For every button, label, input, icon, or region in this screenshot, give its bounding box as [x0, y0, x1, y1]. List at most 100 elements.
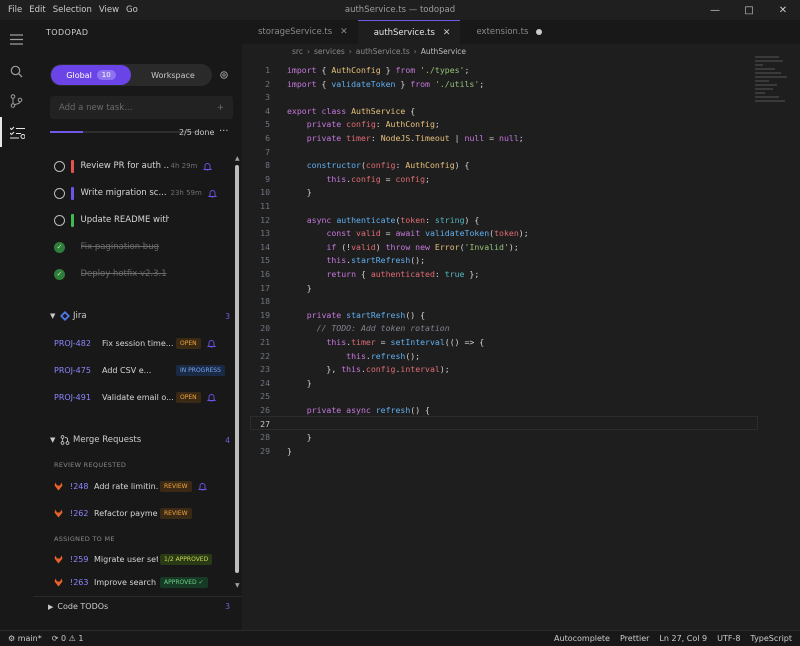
- sidebar-scrollbar[interactable]: [235, 165, 239, 573]
- jira-issue[interactable]: PROJ-475 Add CSV e... IN PROGRESS: [54, 362, 230, 378]
- reminder-bell-icon[interactable]: [207, 189, 217, 198]
- settings-gear-icon[interactable]: [219, 70, 229, 80]
- breadcrumb-item[interactable]: src: [292, 47, 303, 56]
- merge-request-item[interactable]: !263Improve search q...APPROVED ✓: [54, 574, 230, 590]
- jira-section-header[interactable]: ▼ Jira 3: [50, 308, 230, 324]
- line-number: 25: [260, 391, 270, 402]
- checked-icon[interactable]: ✓: [54, 268, 65, 280]
- todopad-checklist-icon[interactable]: [0, 117, 33, 147]
- code-line[interactable]: this.config = config;: [287, 174, 430, 184]
- code-line[interactable]: constructor(config: AuthConfig) {: [287, 160, 470, 170]
- task-item[interactable]: ✓ Deploy hotfix v2.3.1: [50, 264, 230, 284]
- code-line[interactable]: }: [287, 432, 312, 442]
- reminder-bell-icon[interactable]: [197, 482, 207, 491]
- problems-indicator[interactable]: ⟳ 0 ⚠ 1: [52, 634, 84, 643]
- code-line[interactable]: if (!valid) throw new Error('Invalid');: [287, 242, 518, 252]
- scroll-up-icon[interactable]: ▲: [235, 155, 240, 162]
- task-item[interactable]: ✓ Fix pagination bug: [50, 237, 230, 257]
- code-line[interactable]: async authenticate(token: string) {: [287, 215, 480, 225]
- source-control-icon[interactable]: [0, 86, 33, 116]
- merge-request-item[interactable]: !262Refactor payme...REVIEW: [54, 505, 230, 521]
- code-line[interactable]: }: [287, 378, 312, 388]
- code-line[interactable]: this.startRefresh();: [287, 255, 425, 265]
- more-actions-icon[interactable]: ···: [219, 126, 229, 137]
- code-line[interactable]: return { authenticated: true };: [287, 269, 479, 279]
- cursor-position[interactable]: Ln 27, Col 9: [659, 634, 707, 643]
- add-task-icon[interactable]: +: [217, 103, 224, 113]
- tab-extension[interactable]: extension.ts: [460, 20, 552, 44]
- prettier-status[interactable]: Prettier: [620, 634, 649, 643]
- checkbox[interactable]: [54, 187, 65, 199]
- code-line[interactable]: this.timer = setInterval(() => {: [287, 337, 484, 347]
- code-line[interactable]: import { AuthConfig } from './types';: [287, 65, 469, 75]
- merge-request-item[interactable]: !248 Add rate limitin... REVIEW: [54, 478, 230, 494]
- jira-issue[interactable]: PROJ-482 Fix session time... OPEN: [54, 335, 230, 351]
- language-mode[interactable]: TypeScript: [750, 634, 792, 643]
- breadcrumb-item[interactable]: services: [314, 47, 345, 56]
- menu-file[interactable]: File: [8, 5, 22, 15]
- maximize-icon[interactable]: □: [732, 0, 766, 20]
- issue-key[interactable]: PROJ-491: [54, 393, 102, 402]
- chevron-down-icon: ▼: [50, 312, 56, 320]
- menu-edit[interactable]: Edit: [29, 5, 45, 15]
- issue-key[interactable]: PROJ-482: [54, 339, 102, 348]
- checkbox[interactable]: [54, 214, 65, 226]
- close-tab-icon[interactable]: ✕: [443, 28, 451, 38]
- menu-hamburger-icon[interactable]: [0, 24, 33, 54]
- code-line[interactable]: private async refresh() {: [287, 405, 430, 415]
- new-task-input[interactable]: Add a new task... +: [50, 96, 233, 119]
- task-item[interactable]: Update README with API ...: [50, 210, 230, 230]
- code-line[interactable]: // TODO: Add token rotation: [287, 323, 450, 333]
- encoding-status[interactable]: UTF-8: [717, 634, 740, 643]
- task-text: Deploy hotfix v2.3.1: [80, 269, 167, 279]
- task-item[interactable]: Write migration sc... 23h 59m: [50, 183, 230, 203]
- code-line[interactable]: }: [287, 283, 312, 293]
- jira-issue[interactable]: PROJ-491 Validate email o... OPEN: [54, 389, 230, 405]
- tab-storage-service[interactable]: storageService.ts ✕: [242, 20, 358, 44]
- unsaved-dot-icon[interactable]: [536, 29, 543, 35]
- checked-icon[interactable]: ✓: [54, 241, 65, 253]
- code-line[interactable]: private config: AuthConfig;: [287, 119, 440, 129]
- menu-go[interactable]: Go: [126, 5, 138, 15]
- breadcrumb-item[interactable]: authService.ts: [356, 47, 410, 56]
- menu-view[interactable]: View: [99, 5, 119, 15]
- mr-number[interactable]: !248: [70, 482, 94, 491]
- code-editor[interactable]: 1 import { AuthConfig } from './types'; 2 i…: [242, 60, 800, 630]
- close-tab-icon[interactable]: ✕: [340, 27, 348, 37]
- code-line[interactable]: export class AuthService {: [287, 106, 415, 116]
- tab-auth-service[interactable]: authService.ts ✕: [357, 20, 461, 44]
- mr-number[interactable]: !263: [70, 578, 94, 587]
- merge-requests-section-header[interactable]: ▼ Merge Requests 4: [50, 432, 230, 448]
- code-line[interactable]: const valid = await validateToken(token)…: [287, 228, 528, 238]
- branch-indicator[interactable]: ⚙ main*: [8, 634, 42, 643]
- issue-key[interactable]: PROJ-475: [54, 366, 102, 375]
- code-line[interactable]: private timer: NodeJS.Timeout | null = n…: [287, 133, 524, 143]
- code-line[interactable]: import { validateToken } from './utils';: [287, 79, 484, 89]
- scroll-down-icon[interactable]: ▼: [235, 582, 240, 589]
- close-window-icon[interactable]: ✕: [766, 0, 800, 20]
- search-icon[interactable]: [0, 56, 33, 86]
- menu-selection[interactable]: Selection: [53, 5, 92, 15]
- reminder-bell-icon[interactable]: [206, 393, 216, 402]
- code-todos-section-header[interactable]: ▶ Code TODOs 3: [33, 596, 242, 616]
- breadcrumb-item[interactable]: AuthService: [421, 47, 466, 56]
- reminder-bell-icon[interactable]: [206, 339, 216, 348]
- code-line[interactable]: }: [287, 187, 312, 197]
- minimize-icon[interactable]: —: [698, 0, 732, 20]
- scope-global-button[interactable]: Global 10: [51, 65, 131, 85]
- code-line[interactable]: }, this.config.interval);: [287, 364, 449, 374]
- scope-workspace-button[interactable]: Workspace: [136, 64, 210, 86]
- minimap[interactable]: [755, 56, 795, 116]
- code-line[interactable]: private startRefresh() {: [287, 310, 425, 320]
- mr-number[interactable]: !262: [70, 509, 94, 518]
- gitlab-icon: [54, 555, 63, 563]
- mr-number[interactable]: !259: [70, 555, 94, 564]
- reminder-bell-icon[interactable]: [203, 162, 213, 171]
- checkbox[interactable]: [54, 160, 65, 172]
- code-line[interactable]: }: [287, 446, 292, 456]
- task-item[interactable]: Review PR for auth ... 4h 29m: [50, 156, 230, 176]
- autocomplete-status[interactable]: Autocomplete: [554, 634, 610, 643]
- code-line[interactable]: this.refresh();: [287, 351, 420, 361]
- line-number: 24: [260, 377, 270, 388]
- merge-request-item[interactable]: !259Migrate user sett...1/2 APPROVED: [54, 551, 230, 567]
